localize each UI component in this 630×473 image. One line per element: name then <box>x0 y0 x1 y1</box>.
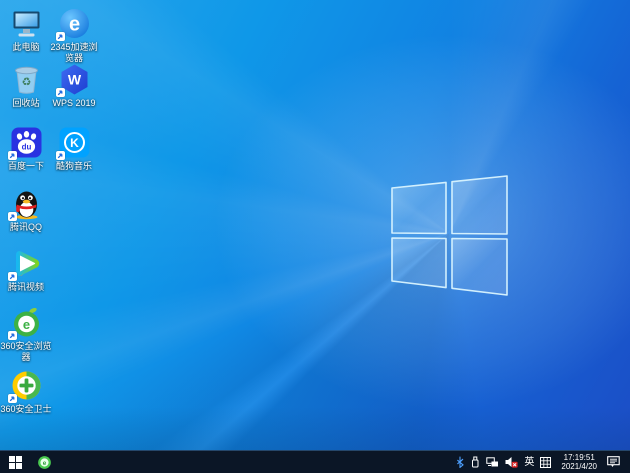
shortcut-arrow-badge <box>55 88 65 97</box>
desktop-icon-360-safe-guard[interactable]: 360安全卫士 <box>0 369 52 415</box>
tencent-qq-icon <box>7 187 43 221</box>
desktop-icon-recycle-bin[interactable]: ♻ 回收站 <box>0 63 52 109</box>
baidu-icon: du <box>7 126 43 160</box>
network-icon[interactable] <box>486 451 499 473</box>
desktop-icon-baidu[interactable]: du 百度一下 <box>0 126 52 172</box>
taskbar-pinned-360-browser[interactable]: e <box>31 451 57 473</box>
svg-text:K: K <box>70 136 79 150</box>
shortcut-arrow-badge <box>7 151 17 160</box>
desktop-icon-wps-2019[interactable]: W WPS 2019 <box>48 63 100 109</box>
svg-text:W: W <box>67 72 81 88</box>
shortcut-arrow-badge <box>55 32 65 41</box>
desktop-icon-tencent-video[interactable]: 腾讯视频 <box>0 247 52 293</box>
360-browser-icon: e <box>7 306 43 340</box>
2345-browser-icon: e <box>55 7 91 41</box>
windows-logo-wallpaper <box>391 175 508 296</box>
windows-start-icon <box>9 455 22 469</box>
svg-text:e: e <box>42 460 46 467</box>
this-pc-icon <box>10 7 43 40</box>
action-center-button[interactable] <box>607 456 620 468</box>
desktop-icon-label: 酷狗音乐 <box>55 161 92 171</box>
desktop-icon-label: 360安全浏览器 <box>0 341 52 362</box>
desktop: 此电脑 e 2345加速浏览器 ♻ 回收站 W WPS 2019 du 百度一下… <box>0 0 630 473</box>
desktop-icon-label: 2345加速浏览器 <box>50 42 98 63</box>
wps-2019-icon: W <box>55 63 91 97</box>
bluetooth-icon[interactable] <box>456 451 465 473</box>
svg-text:e: e <box>22 317 29 332</box>
desktop-icon-label: 回收站 <box>12 98 40 108</box>
volume-muted-icon[interactable] <box>505 451 519 473</box>
shortcut-arrow-badge <box>7 212 17 221</box>
desktop-icon-label: WPS 2019 <box>52 98 96 108</box>
desktop-icon-label: 腾讯QQ <box>9 222 42 232</box>
shortcut-arrow-badge <box>7 331 17 340</box>
desktop-icon-this-pc[interactable]: 此电脑 <box>0 7 52 53</box>
shortcut-arrow-badge <box>55 151 65 160</box>
start-button[interactable] <box>0 451 31 473</box>
kugou-music-icon: K <box>55 126 91 160</box>
desktop-icon-360-browser[interactable]: e 360安全浏览器 <box>0 306 52 363</box>
desktop-icon-label: 此电脑 <box>12 42 40 52</box>
ime-grid-icon[interactable] <box>540 451 552 473</box>
usb-device-icon[interactable] <box>470 451 480 473</box>
svg-text:e: e <box>68 14 79 36</box>
desktop-icon-label: 百度一下 <box>7 161 44 171</box>
shortcut-arrow-badge <box>7 394 17 403</box>
desktop-icon-kugou-music[interactable]: K 酷狗音乐 <box>48 126 100 172</box>
360-safe-guard-icon <box>7 369 43 403</box>
svg-text:♻: ♻ <box>21 76 31 89</box>
desktop-icon-tencent-qq[interactable]: 腾讯QQ <box>0 187 52 233</box>
360-browser-taskbar-icon: e <box>37 455 51 469</box>
system-tray: 英 <box>456 451 552 473</box>
desktop-icon-2345-browser[interactable]: e 2345加速浏览器 <box>48 7 100 64</box>
taskbar: e 英 17:19:51 2021/4/20 <box>0 450 630 473</box>
svg-text:du: du <box>21 143 31 152</box>
action-center-icon <box>607 456 620 467</box>
clock-time: 17:19:51 <box>563 452 595 462</box>
clock-date: 2021/4/20 <box>561 462 597 471</box>
desktop-icon-label: 腾讯视频 <box>7 282 44 292</box>
taskbar-clock[interactable]: 17:19:51 2021/4/20 <box>561 453 597 472</box>
shortcut-arrow-badge <box>7 272 17 281</box>
recycle-bin-icon: ♻ <box>10 63 43 96</box>
tencent-video-icon <box>7 247 43 281</box>
desktop-icon-label: 360安全卫士 <box>0 404 52 414</box>
ime-language-indicator[interactable]: 英 <box>524 451 534 473</box>
